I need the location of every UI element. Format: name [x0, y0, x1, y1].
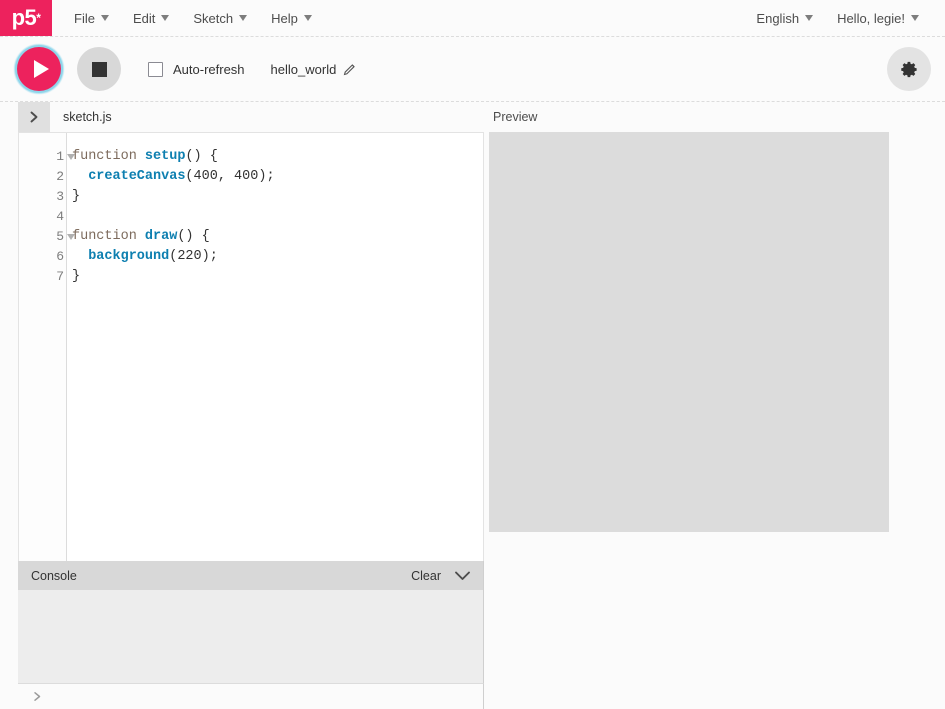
- settings-button[interactable]: [887, 47, 931, 91]
- chevron-right-icon: [27, 110, 41, 124]
- sketch-name-label: hello_world: [271, 62, 337, 77]
- console-title: Console: [31, 569, 77, 583]
- code-content[interactable]: function setup() { createCanvas(400, 400…: [67, 133, 483, 561]
- sketch-name[interactable]: hello_world: [271, 62, 357, 77]
- code-token-fn: setup: [145, 149, 186, 164]
- play-button[interactable]: [17, 47, 61, 91]
- nav-menu-help-label: Help: [271, 11, 298, 26]
- code-token-num: 400: [234, 169, 258, 184]
- stop-icon: [92, 62, 107, 77]
- line-number: 5: [19, 227, 66, 247]
- preview-body: [484, 132, 945, 709]
- workspace: sketch.js 1 2 3 4 5 6 7 function setup()…: [0, 102, 945, 709]
- editor-column: sketch.js 1 2 3 4 5 6 7 function setup()…: [0, 102, 484, 709]
- nav-menu-help[interactable]: Help: [259, 0, 324, 36]
- nav-menu-edit-label: Edit: [133, 11, 155, 26]
- code-token-pn: );: [202, 249, 218, 264]
- preview-column: Preview: [484, 102, 945, 709]
- code-token-kw: function: [72, 149, 137, 164]
- code-token-pn: [72, 169, 88, 184]
- language-selector-label: English: [756, 11, 799, 26]
- line-number-gutter: 1 2 3 4 5 6 7: [19, 133, 67, 561]
- code-line: function setup() {: [72, 147, 483, 167]
- console-prompt-icon: [32, 691, 43, 702]
- line-number: 3: [19, 187, 66, 207]
- pencil-icon[interactable]: [343, 63, 356, 76]
- nav-menu-file[interactable]: File: [62, 0, 121, 36]
- console-header: Console Clear: [18, 561, 484, 590]
- tab-sketch-js[interactable]: sketch.js: [50, 102, 112, 132]
- fold-arrow-icon[interactable]: [67, 154, 75, 160]
- code-token-pn: [137, 229, 145, 244]
- nav-menu-sketch[interactable]: Sketch: [181, 0, 259, 36]
- console-output: [18, 590, 484, 683]
- nav-menu-group: File Edit Sketch Help: [52, 0, 324, 36]
- chevron-down-icon: [805, 15, 813, 21]
- code-token-pn: ,: [218, 169, 234, 184]
- play-icon: [34, 60, 49, 78]
- file-tab-bar: sketch.js: [0, 102, 484, 132]
- code-token-pn: () {: [177, 229, 209, 244]
- code-token-pn: () {: [185, 149, 217, 164]
- code-line: createCanvas(400, 400);: [72, 167, 483, 187]
- code-line: [72, 207, 483, 227]
- chevron-down-icon: [454, 570, 471, 581]
- code-line: function draw() {: [72, 227, 483, 247]
- p5-logo[interactable]: p5*: [0, 0, 52, 36]
- auto-refresh-toggle[interactable]: Auto-refresh: [148, 62, 245, 77]
- account-menu[interactable]: Hello, legie!: [825, 0, 931, 36]
- account-menu-label: Hello, legie!: [837, 11, 905, 26]
- sidebar-toggle-button[interactable]: [18, 102, 50, 132]
- chevron-down-icon: [101, 15, 109, 21]
- code-token-pn: }: [72, 189, 80, 204]
- line-number: 6: [19, 247, 66, 267]
- code-token-num: 220: [177, 249, 201, 264]
- code-token-num: 400: [194, 169, 218, 184]
- code-token-kw: function: [72, 229, 137, 244]
- top-nav-bar: p5* File Edit Sketch Help English Hello,…: [0, 0, 945, 37]
- code-token-pn: );: [258, 169, 274, 184]
- auto-refresh-checkbox[interactable]: [148, 62, 163, 77]
- collapse-console-button[interactable]: [454, 570, 471, 581]
- line-number: 4: [19, 207, 66, 227]
- line-number: 7: [19, 267, 66, 287]
- fold-arrow-icon[interactable]: [67, 234, 75, 240]
- code-editor[interactable]: 1 2 3 4 5 6 7 function setup() { createC…: [18, 132, 484, 561]
- nav-user-group: English Hello, legie!: [744, 0, 945, 36]
- chevron-down-icon: [911, 15, 919, 21]
- auto-refresh-label: Auto-refresh: [173, 62, 245, 77]
- console-input-row[interactable]: [18, 683, 484, 709]
- code-line: background(220);: [72, 247, 483, 267]
- preview-title: Preview: [493, 110, 537, 124]
- chevron-down-icon: [239, 15, 247, 21]
- preview-header: Preview: [484, 102, 945, 132]
- code-token-fn: createCanvas: [88, 169, 185, 184]
- gear-icon: [900, 60, 919, 79]
- nav-menu-file-label: File: [74, 11, 95, 26]
- nav-menu-edit[interactable]: Edit: [121, 0, 181, 36]
- chevron-down-icon: [304, 15, 312, 21]
- code-token-fn: background: [88, 249, 169, 264]
- code-line: }: [72, 187, 483, 207]
- code-token-fn: draw: [145, 229, 177, 244]
- console-actions: Clear: [411, 569, 471, 583]
- p5-logo-text: p5: [12, 7, 37, 29]
- code-line: }: [72, 267, 483, 287]
- chevron-down-icon: [161, 15, 169, 21]
- sketch-toolbar: Auto-refresh hello_world: [0, 37, 945, 102]
- code-token-pn: }: [72, 269, 80, 284]
- tab-sketch-js-label: sketch.js: [63, 110, 112, 124]
- stop-button[interactable]: [77, 47, 121, 91]
- code-token-pn: [72, 249, 88, 264]
- line-number: 1: [19, 147, 66, 167]
- language-selector[interactable]: English: [744, 0, 825, 36]
- sketch-canvas[interactable]: [489, 132, 889, 532]
- clear-console-button[interactable]: Clear: [411, 569, 441, 583]
- line-number: 2: [19, 167, 66, 187]
- nav-menu-sketch-label: Sketch: [193, 11, 233, 26]
- code-token-pn: [137, 149, 145, 164]
- code-token-pn: (: [185, 169, 193, 184]
